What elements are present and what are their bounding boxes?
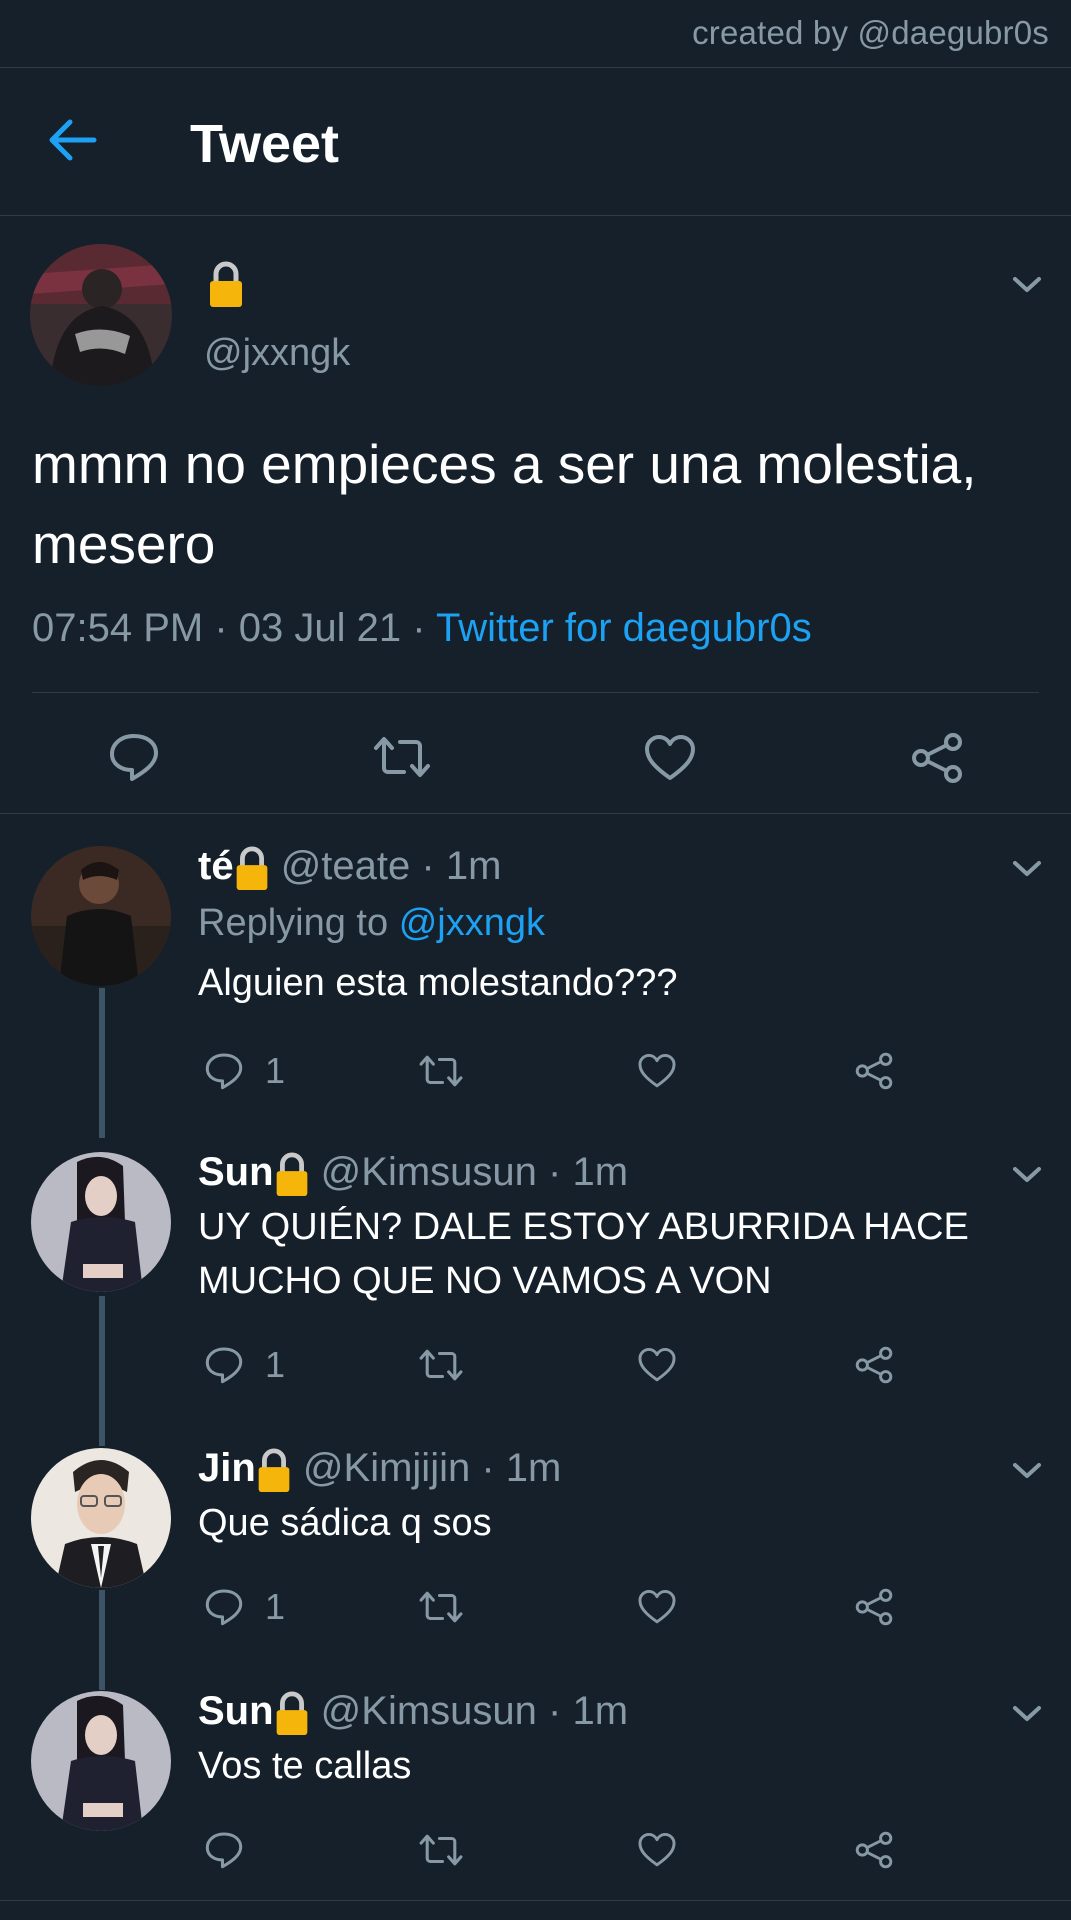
reply-actions: 1 [0, 1582, 1071, 1632]
tweet-date: 03 Jul 21 [238, 606, 402, 650]
share-icon[interactable] [854, 1831, 894, 1874]
avatar[interactable] [31, 1152, 171, 1292]
tweet-text: mmm no empieces a ser una molestia, mese… [32, 433, 977, 575]
share-icon[interactable] [854, 1052, 894, 1095]
reply-tweet[interactable]: Sun @Kimsusun · 1m Vos te callas [0, 1687, 1071, 1897]
share-icon[interactable] [854, 1346, 894, 1389]
lock-icon [234, 845, 270, 891]
reply-header: Sun @Kimsusun · 1m [198, 1687, 628, 1736]
meta-separator: · [412, 606, 436, 650]
handle[interactable]: @teate [281, 844, 411, 888]
timestamp: 1m [505, 1446, 562, 1490]
display-name[interactable]: Sun [198, 1689, 274, 1733]
retweet-icon[interactable] [418, 1589, 464, 1630]
divider [0, 1900, 1071, 1901]
avatar[interactable] [31, 1448, 171, 1588]
divider [32, 692, 1039, 693]
page-title: Tweet [190, 114, 340, 174]
back-arrow-icon[interactable] [48, 118, 98, 162]
reply-text: Vos te callas [198, 1745, 412, 1787]
reply-text: Que sádica q sos [198, 1502, 492, 1544]
chevron-down-icon[interactable] [1010, 1460, 1044, 1482]
timestamp: 1m [572, 1150, 629, 1194]
reply-count: 1 [265, 1586, 286, 1627]
meta-separator: · [481, 1446, 495, 1490]
reply-actions: 1 [0, 1046, 1071, 1096]
retweet-icon[interactable] [372, 734, 432, 785]
avatar[interactable] [31, 1691, 171, 1831]
reply-header: Sun @Kimsusun · 1m [198, 1148, 628, 1197]
lock-icon [208, 260, 244, 308]
display-name[interactable]: Jin [198, 1446, 256, 1490]
reply-icon[interactable] [204, 1052, 244, 1095]
avatar[interactable] [30, 244, 172, 386]
heart-icon[interactable] [637, 1589, 677, 1630]
meta-separator: · [548, 1150, 562, 1194]
replying-label: Replying to [198, 902, 389, 944]
tweet-meta: 07:54 PM · 03 Jul 21 · Twitter for daegu… [32, 606, 812, 651]
lock-icon [256, 1447, 292, 1493]
main-tweet: @jxxngk mmm no empieces a ser una molest… [0, 216, 1071, 814]
tweet-source-link[interactable]: Twitter for daegubr0s [436, 606, 812, 650]
reply-header: té @teate · 1m [198, 842, 501, 891]
share-icon[interactable] [854, 1588, 894, 1631]
reply-actions: 1 [0, 1340, 1071, 1390]
reply-icon[interactable] [204, 1346, 244, 1389]
reply-text: Alguien esta molestando??? [198, 962, 678, 1004]
timestamp: 1m [445, 844, 502, 888]
watermark-text: created by @daegubr0s [692, 14, 1049, 51]
chevron-down-icon[interactable] [1010, 274, 1044, 296]
heart-icon[interactable] [637, 1347, 677, 1388]
reply-icon[interactable] [204, 1588, 244, 1631]
mention-link[interactable]: @jxxngk [399, 902, 545, 944]
chevron-down-icon[interactable] [1010, 858, 1044, 880]
handle[interactable]: @Kimsusun [321, 1150, 537, 1194]
heart-icon[interactable] [637, 1832, 677, 1873]
lock-icon [274, 1690, 310, 1736]
retweet-icon[interactable] [418, 1347, 464, 1388]
lock-icon [274, 1151, 310, 1197]
meta-separator: · [548, 1689, 562, 1733]
reply-header: Jin @Kimjijin · 1m [198, 1444, 561, 1493]
tweet-time: 07:54 PM [32, 606, 204, 650]
tweet-actions [0, 722, 1071, 792]
reply-tweet[interactable]: Sun @Kimsusun · 1m UY QUIÉN? DALE ESTOY … [0, 1148, 1071, 1438]
display-name[interactable]: Sun [198, 1150, 274, 1194]
heart-icon[interactable] [637, 1053, 677, 1094]
handle[interactable]: @Kimsusun [321, 1689, 537, 1733]
timestamp: 1m [572, 1689, 629, 1733]
reply-tweet[interactable]: té @teate · 1m Replying to @jxxngk Algui… [0, 842, 1071, 1142]
handle[interactable]: @Kimjijin [303, 1446, 470, 1490]
display-name[interactable]: té [198, 844, 234, 888]
share-icon[interactable] [910, 732, 964, 789]
retweet-icon[interactable] [418, 1832, 464, 1873]
watermark-bar: created by @daegubr0s [0, 0, 1071, 68]
heart-icon[interactable] [643, 734, 697, 787]
meta-separator: · [214, 606, 239, 650]
reply-count: 1 [265, 1050, 286, 1091]
top-bar: Tweet [0, 68, 1071, 216]
reply-actions [0, 1825, 1071, 1875]
avatar[interactable] [31, 846, 171, 986]
chevron-down-icon[interactable] [1010, 1703, 1044, 1725]
chevron-down-icon[interactable] [1010, 1164, 1044, 1186]
reply-tweet[interactable]: Jin @Kimjijin · 1m Que sádica q sos 1 [0, 1444, 1071, 1684]
reply-icon[interactable] [204, 1831, 244, 1874]
replying-to: Replying to @jxxngk [198, 896, 1038, 950]
author-handle[interactable]: @jxxngk [204, 332, 350, 375]
reply-count: 1 [265, 1344, 286, 1385]
meta-separator: · [421, 844, 435, 888]
reply-text: UY QUIÉN? DALE ESTOY ABURRIDA HACE MUCHO… [198, 1206, 969, 1302]
reply-icon[interactable] [108, 732, 160, 787]
retweet-icon[interactable] [418, 1053, 464, 1094]
